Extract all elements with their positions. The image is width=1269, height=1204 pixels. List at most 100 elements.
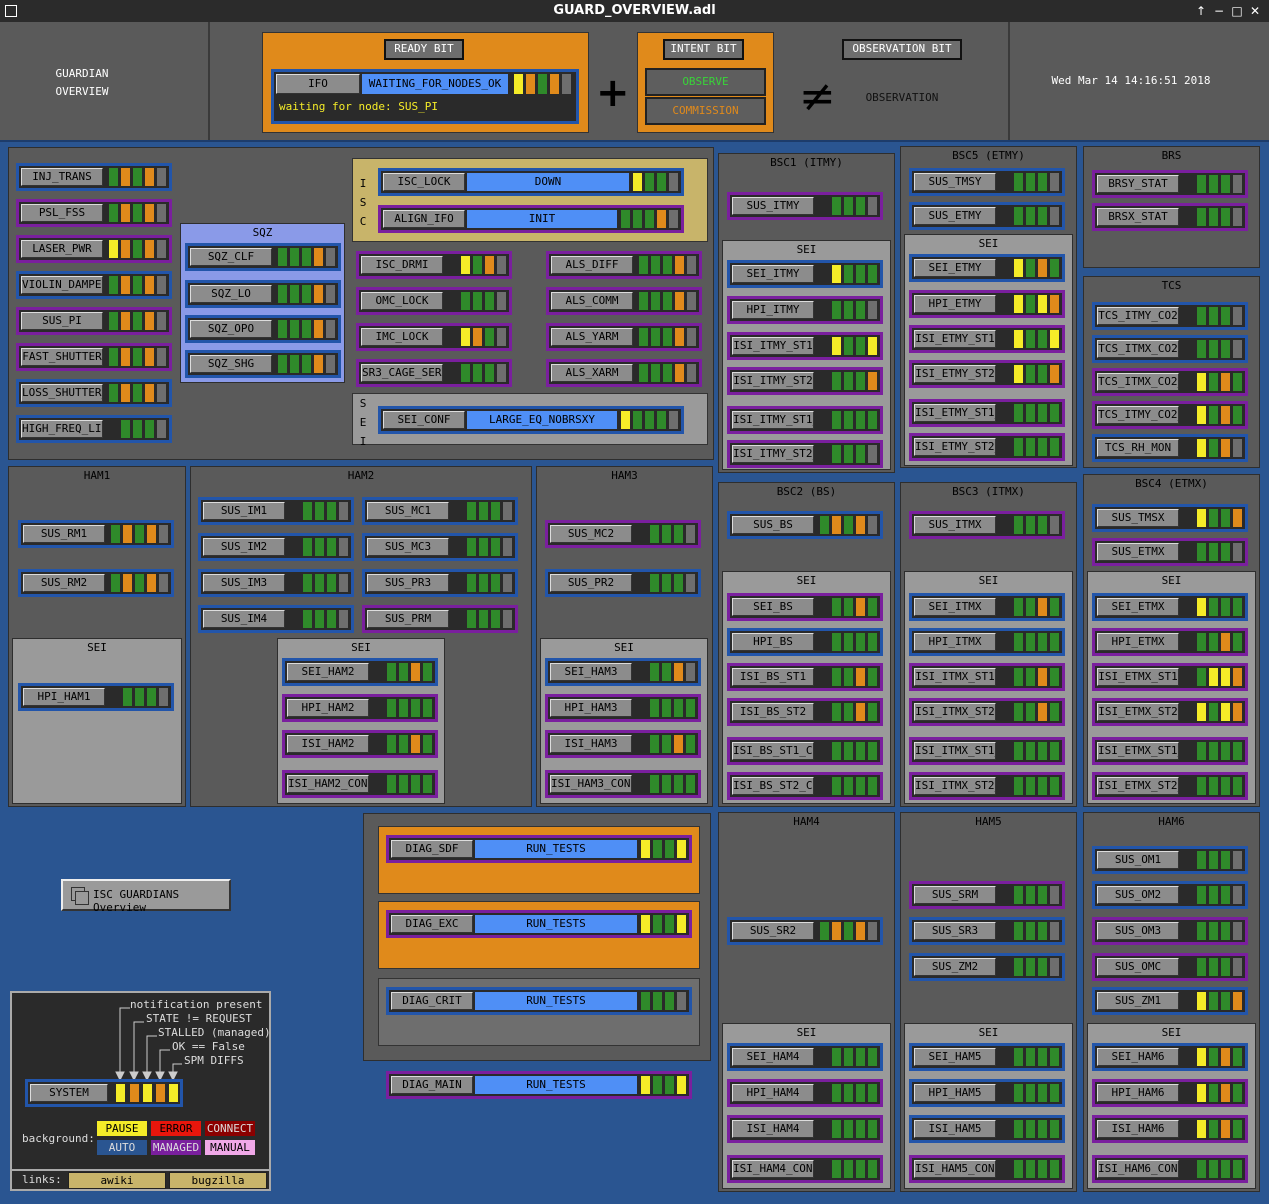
node-button[interactable]: ISI_ETMY_ST2_CO <box>914 438 996 456</box>
node-button[interactable]: SUS_IM2 <box>203 538 285 556</box>
node-button[interactable]: SQZ_CLF <box>190 248 272 266</box>
node-button[interactable]: HPI_HAM3 <box>550 699 632 717</box>
node-button[interactable]: SUS_ZM2 <box>914 958 996 976</box>
node-button[interactable]: SUS_OM3 <box>1097 922 1179 940</box>
node-button[interactable]: TCS_ITMX_CO2_PWR <box>1097 373 1179 391</box>
node-button[interactable]: HPI_HAM4 <box>732 1084 814 1102</box>
node-button[interactable]: FAST_SHUTTER <box>21 348 103 366</box>
node-button[interactable]: SEI_ETMY <box>914 259 996 277</box>
node-button[interactable]: SUS_PRM <box>367 610 449 628</box>
commission-button[interactable]: COMMISSION <box>645 97 766 125</box>
node-button[interactable]: ISI_ETMY_ST2 <box>914 365 996 383</box>
node-button[interactable]: ISI_HAM4_CONF <box>732 1160 814 1178</box>
node-button[interactable]: IMC_LOCK <box>361 328 443 346</box>
node-button[interactable]: ISI_ITMY_ST1_CO <box>732 411 814 429</box>
node-button[interactable]: SUS_RM2 <box>23 574 105 592</box>
node-button[interactable]: SUS_MC3 <box>367 538 449 556</box>
node-button[interactable]: ISI_HAM4 <box>732 1120 814 1138</box>
node-button[interactable]: SUS_SR2 <box>732 922 814 940</box>
node-button[interactable]: ISI_ITMX_ST2 <box>914 703 996 721</box>
node-button[interactable]: SUS_SR3 <box>914 922 996 940</box>
node-button[interactable]: ISI_BS_ST2 <box>732 703 814 721</box>
node-button[interactable]: SUS_IM1 <box>203 502 285 520</box>
node-button[interactable]: SUS_PR3 <box>367 574 449 592</box>
node-button[interactable]: DIAG_EXC <box>391 915 473 933</box>
node-button[interactable]: ISC_LOCK <box>383 173 465 191</box>
node-button[interactable]: TCS_RH_MON <box>1097 439 1179 457</box>
isc-guardians-overview-button[interactable]: ISC GUARDIANS Overview <box>61 879 231 914</box>
bugzilla-link[interactable]: bugzilla <box>169 1172 267 1189</box>
node-button[interactable]: ISI_HAM2_CONF <box>287 775 369 793</box>
node-button[interactable]: ISI_ITMY_ST1 <box>732 337 814 355</box>
node-button[interactable]: SUS_ITMX <box>914 516 996 534</box>
node-button[interactable]: HPI_ETMX <box>1097 633 1179 651</box>
node-button[interactable]: HPI_HAM6 <box>1097 1084 1179 1102</box>
node-button[interactable]: HPI_ITMY <box>732 301 814 319</box>
node-button[interactable]: INJ_TRANS <box>21 168 103 186</box>
node-button[interactable]: SUS_BS <box>732 516 814 534</box>
node-button[interactable]: SUS_ETMY <box>914 207 996 225</box>
node-button[interactable]: ALS_DIFF <box>551 256 633 274</box>
node-button[interactable]: ISI_BS_ST2_CONF <box>732 777 814 795</box>
node-button[interactable]: SUS_PR2 <box>550 574 632 592</box>
node-button[interactable]: SUS_ZM1 <box>1097 992 1179 1010</box>
node-button[interactable]: ISI_ITMY_ST2_CO <box>732 445 814 463</box>
maximize-button[interactable]: □ <box>1228 0 1246 22</box>
node-button[interactable]: ISI_HAM2 <box>287 735 369 753</box>
node-button[interactable]: OMC_LOCK <box>361 292 443 310</box>
node-button[interactable]: ALS_XARM <box>551 364 633 382</box>
node-button[interactable]: ISI_ETMY_ST1_CO <box>914 404 996 422</box>
minimize-button[interactable]: − <box>1210 0 1228 22</box>
node-button[interactable]: SUS_ETMX <box>1097 543 1179 561</box>
node-button[interactable]: TCS_ITMX_CO2 <box>1097 340 1179 358</box>
node-button[interactable]: ISI_BS_ST1 <box>732 668 814 686</box>
node-button[interactable]: SEI_HAM2 <box>287 663 369 681</box>
node-button[interactable]: SQZ_OPO <box>190 320 272 338</box>
node-button[interactable]: ISI_HAM5 <box>914 1120 996 1138</box>
node-button[interactable]: ISI_HAM3 <box>550 735 632 753</box>
node-button[interactable]: SUS_RM1 <box>23 525 105 543</box>
node-button[interactable]: HPI_HAM5 <box>914 1084 996 1102</box>
node-button[interactable]: HPI_BS <box>732 633 814 651</box>
node-button[interactable]: SUS_IM3 <box>203 574 285 592</box>
node-button[interactable]: LOSS_SHUTTER_C <box>21 384 103 402</box>
ifo-button[interactable]: IFO <box>276 74 360 94</box>
node-button[interactable]: ISI_ETMX_ST1_CO <box>1097 742 1179 760</box>
node-button[interactable]: SUS_OMC <box>1097 958 1179 976</box>
node-button[interactable]: SEI_ITMX <box>914 598 996 616</box>
node-button[interactable]: DIAG_MAIN <box>391 1076 473 1094</box>
node-button[interactable]: DIAG_SDF <box>391 840 473 858</box>
node-button[interactable]: ALS_YARM <box>551 328 633 346</box>
node-button[interactable]: LASER_PWR <box>21 240 103 258</box>
node-button[interactable]: BRSY_STAT <box>1097 175 1179 193</box>
node-button[interactable]: SUS_OM1 <box>1097 851 1179 869</box>
node-button[interactable]: HPI_HAM1 <box>23 688 105 706</box>
close-button[interactable]: ✕ <box>1246 0 1264 22</box>
node-button[interactable]: ISC_DRMI <box>361 256 443 274</box>
node-button[interactable]: DIAG_CRIT <box>391 992 473 1010</box>
node-button[interactable]: SUS_TMSX <box>1097 509 1179 527</box>
node-button[interactable]: VIOLIN_DAMPER <box>21 276 103 294</box>
node-button[interactable]: ISI_ETMX_ST1 <box>1097 668 1179 686</box>
node-button[interactable]: SUS_SRM <box>914 886 996 904</box>
node-button[interactable]: SEI_HAM4 <box>732 1048 814 1066</box>
node-button[interactable]: SUS_MC2 <box>550 525 632 543</box>
node-button[interactable]: ISI_ITMX_ST1_CO <box>914 742 996 760</box>
node-button[interactable]: SUS_TMSY <box>914 173 996 191</box>
node-button[interactable]: SEI_CONF <box>383 411 465 429</box>
node-button[interactable]: SR3_CAGE_SERVO <box>361 364 443 382</box>
node-button[interactable]: SUS_PI <box>21 312 103 330</box>
node-button[interactable]: SUS_OM2 <box>1097 886 1179 904</box>
node-button[interactable]: SQZ_SHG <box>190 355 272 373</box>
node-button[interactable]: SEI_ETMX <box>1097 598 1179 616</box>
node-button[interactable]: ALIGN_IFO <box>383 210 465 228</box>
node-button[interactable]: SEI_BS <box>732 598 814 616</box>
node-button[interactable]: SEI_ITMY <box>732 265 814 283</box>
observe-button[interactable]: OBSERVE <box>645 68 766 96</box>
node-button[interactable]: ISI_ITMX_ST1 <box>914 668 996 686</box>
node-button[interactable]: ISI_HAM3_CONF <box>550 775 632 793</box>
node-button[interactable]: ISI_ITMX_ST2_CO <box>914 777 996 795</box>
node-button[interactable]: SEI_HAM6 <box>1097 1048 1179 1066</box>
node-button[interactable]: ISI_ETMX_ST2 <box>1097 703 1179 721</box>
node-button[interactable]: ISI_ETMX_ST2_CO <box>1097 777 1179 795</box>
